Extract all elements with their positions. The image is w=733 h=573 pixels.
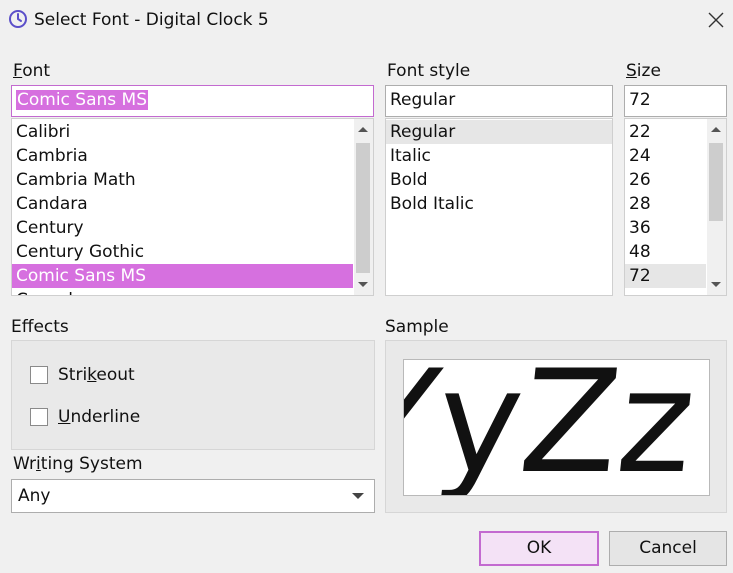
scroll-up-arrow-icon[interactable] xyxy=(354,121,372,139)
font-list-item[interactable]: Century xyxy=(12,216,353,240)
font-list-item[interactable]: Cambria Math xyxy=(12,168,353,192)
size-list-scrollbar[interactable] xyxy=(707,119,726,295)
ok-button[interactable]: OK xyxy=(479,531,599,566)
writing-system-select[interactable]: Any xyxy=(11,479,375,513)
size-list-item[interactable]: 24 xyxy=(625,144,706,168)
size-list-item[interactable]: 36 xyxy=(625,216,706,240)
font-list-item[interactable]: Century Gothic xyxy=(12,240,353,264)
font-style-input[interactable]: Regular xyxy=(385,85,613,117)
sample-label: Sample xyxy=(385,317,449,337)
sample-preview: YyZz xyxy=(403,359,710,496)
close-icon xyxy=(708,12,724,28)
font-style-item[interactable]: Bold xyxy=(386,168,612,192)
scroll-down-arrow-icon[interactable] xyxy=(354,275,372,293)
font-list-item[interactable]: Consolas xyxy=(12,288,353,295)
title-bar: Select Font - Digital Clock 5 xyxy=(0,0,733,40)
sample-group: YyZz xyxy=(385,340,727,513)
underline-checkbox-box[interactable] xyxy=(30,408,48,426)
window-title: Select Font - Digital Clock 5 xyxy=(34,10,269,30)
strikeout-label: Strikeout xyxy=(58,365,135,385)
font-list-item[interactable]: Candara xyxy=(12,192,353,216)
close-button[interactable] xyxy=(698,2,733,38)
sample-text: YyZz xyxy=(403,359,703,496)
font-label: Font xyxy=(13,61,51,81)
strikeout-checkbox[interactable]: Strikeout xyxy=(30,365,230,386)
font-style-item[interactable]: Regular xyxy=(386,120,612,144)
font-style-item[interactable]: Bold Italic xyxy=(386,192,612,216)
font-list-scrollbar[interactable] xyxy=(354,119,373,295)
effects-label: Effects xyxy=(11,317,69,337)
font-style-list[interactable]: Regular Italic Bold Bold Italic xyxy=(385,118,613,296)
scroll-down-arrow-icon[interactable] xyxy=(707,275,725,293)
cancel-button[interactable]: Cancel xyxy=(609,531,727,566)
font-list-item[interactable]: Calibri xyxy=(12,120,353,144)
font-style-item[interactable]: Italic xyxy=(386,144,612,168)
clock-icon xyxy=(8,9,28,29)
size-list-item-current[interactable]: 72 xyxy=(625,264,706,288)
font-list[interactable]: Calibri Cambria Cambria Math Candara Cen… xyxy=(11,118,374,296)
effects-group: Strikeout Underline xyxy=(11,340,375,450)
size-list[interactable]: 22 24 26 28 36 48 72 xyxy=(624,118,727,296)
strikeout-checkbox-box[interactable] xyxy=(30,366,48,384)
size-list-item[interactable]: 28 xyxy=(625,192,706,216)
font-style-label: Font style xyxy=(387,61,471,81)
font-input-value: Comic Sans MS xyxy=(16,90,149,110)
font-input[interactable]: Comic Sans MS xyxy=(11,85,374,117)
font-list-scroll-thumb[interactable] xyxy=(356,143,370,273)
chevron-down-icon xyxy=(352,493,364,499)
underline-label: Underline xyxy=(58,407,141,427)
size-input[interactable]: 72 xyxy=(624,85,727,117)
underline-checkbox[interactable]: Underline xyxy=(30,407,230,428)
size-list-item[interactable]: 22 xyxy=(625,120,706,144)
font-list-item-selected[interactable]: Comic Sans MS xyxy=(12,264,353,288)
writing-system-label: Writing System xyxy=(13,454,143,474)
size-label: Size xyxy=(626,61,661,81)
size-list-item[interactable]: 26 xyxy=(625,168,706,192)
scroll-up-arrow-icon[interactable] xyxy=(707,121,725,139)
font-list-item[interactable]: Cambria xyxy=(12,144,353,168)
size-list-item[interactable]: 48 xyxy=(625,240,706,264)
size-list-scroll-thumb[interactable] xyxy=(709,143,723,221)
writing-system-value: Any xyxy=(18,486,51,506)
